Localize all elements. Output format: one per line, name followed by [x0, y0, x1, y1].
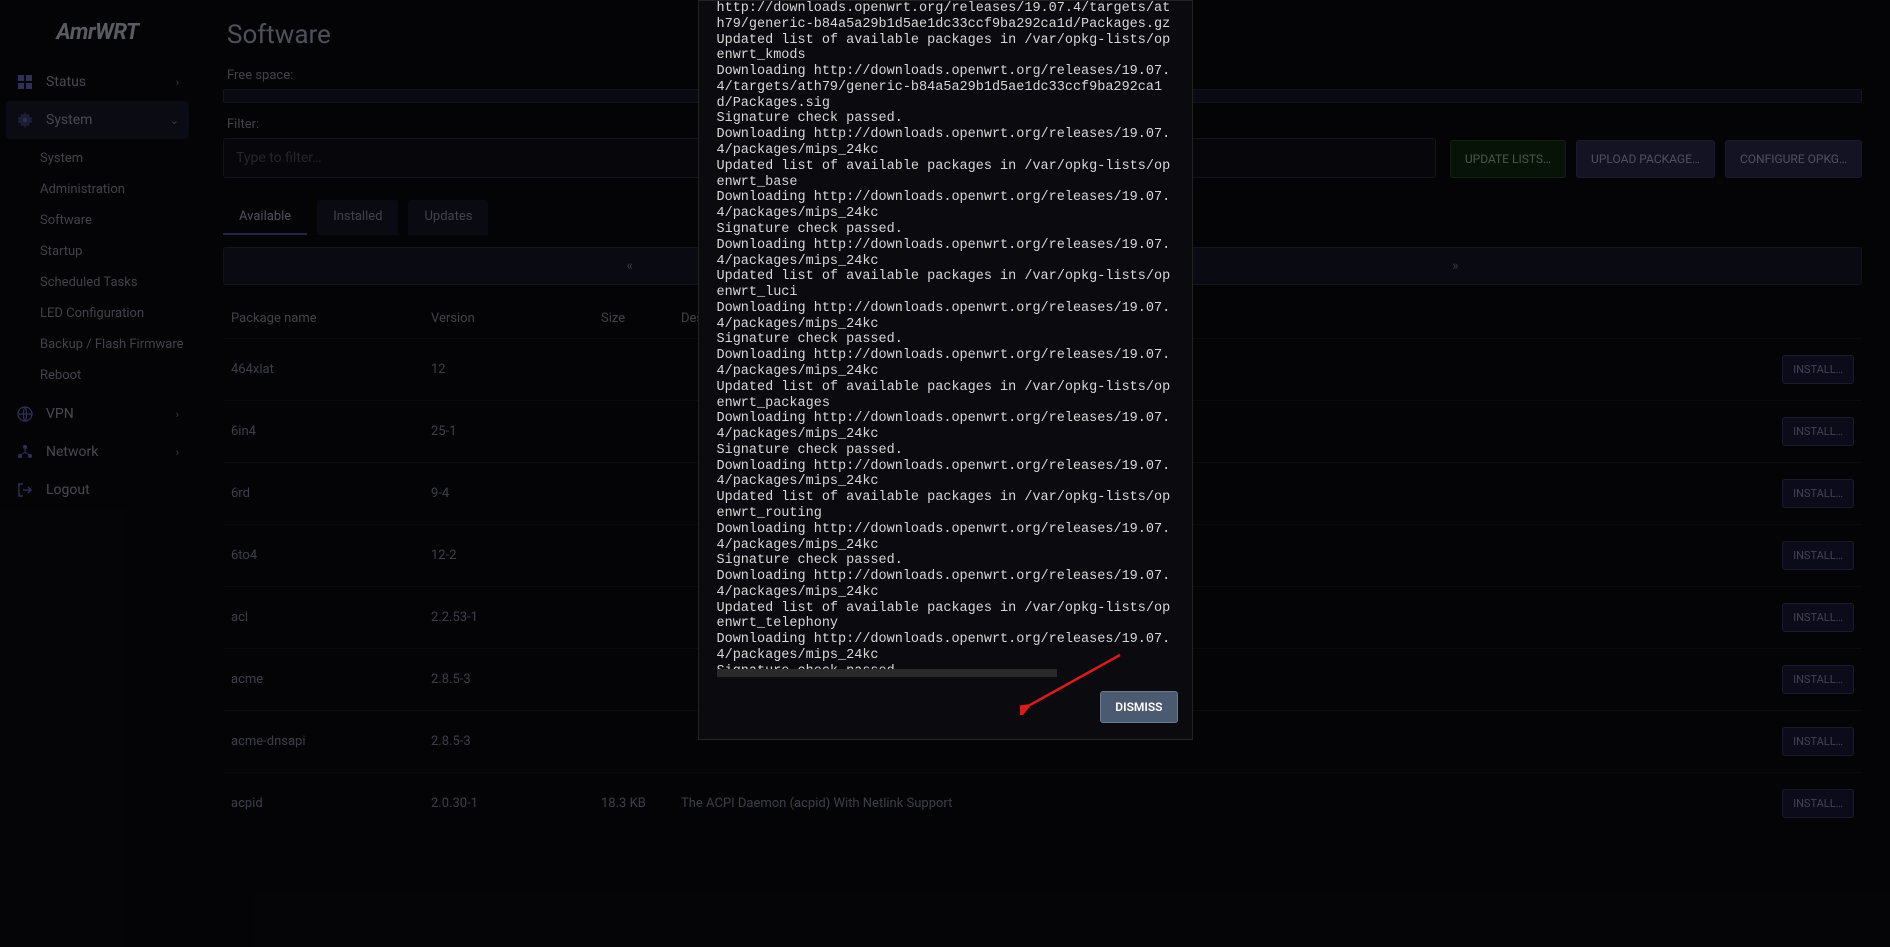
dismiss-button[interactable]: DISMISS [1100, 691, 1177, 723]
opkg-log-modal: http://downloads.openwrt.org/releases/19… [698, 0, 1193, 740]
modal-overlay: http://downloads.openwrt.org/releases/19… [0, 0, 1890, 947]
opkg-log-output: http://downloads.openwrt.org/releases/19… [699, 1, 1192, 669]
horizontal-scrollbar[interactable] [717, 669, 1057, 677]
